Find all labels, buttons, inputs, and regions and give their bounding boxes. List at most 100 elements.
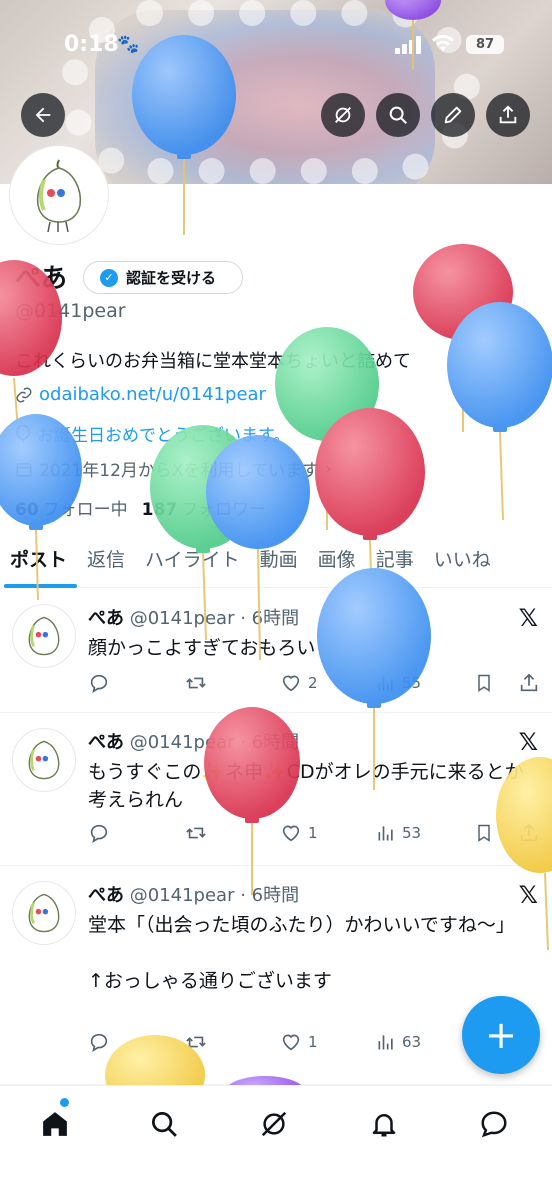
- post-header: ぺあ @0141pear · 6時間: [88, 728, 299, 754]
- post-item[interactable]: ぺあ @0141pear · 6時間 𝕏 顔かっこよすぎておもろい 2 55: [0, 590, 552, 713]
- post-text: もうすぐこの✨ネ申✨CDがオレの手元に来るとか考えられん: [88, 761, 524, 811]
- nav-notifications[interactable]: [362, 1102, 406, 1146]
- tab-videos[interactable]: 動画: [250, 535, 308, 588]
- post-avatar[interactable]: [12, 881, 76, 945]
- like-count: 1: [308, 1033, 318, 1051]
- nav-home[interactable]: [33, 1102, 77, 1146]
- post-text: 堂本「（出会った頃のふたり）かわいいですね〜」 ↑おっしゃる通りございます: [88, 914, 515, 992]
- tab-posts[interactable]: ポスト: [0, 535, 78, 588]
- profile-handle: @0141pear: [15, 300, 126, 322]
- verify-button[interactable]: ✓ 認証を受ける: [83, 261, 243, 294]
- post-author[interactable]: ぺあ: [88, 885, 124, 906]
- x-logo-icon: 𝕏: [518, 881, 538, 909]
- tab-highlights[interactable]: ハイライト: [135, 535, 250, 588]
- share-post-button[interactable]: [518, 822, 540, 844]
- nav-messages[interactable]: [472, 1102, 516, 1146]
- search-icon: [389, 106, 407, 124]
- search-button[interactable]: [376, 93, 420, 137]
- bookmark-button[interactable]: [474, 672, 518, 694]
- arrow-left-icon: [35, 107, 51, 123]
- views-icon: [378, 676, 393, 691]
- repost-icon: [186, 827, 206, 839]
- cellular-signal-icon: [395, 36, 423, 54]
- back-button[interactable]: [21, 93, 65, 137]
- following-link[interactable]: 60 フォロー中: [15, 495, 128, 520]
- share-icon: [499, 105, 517, 124]
- home-icon: [43, 1112, 67, 1136]
- grok-icon: [261, 1111, 287, 1137]
- post-meta: @0141pear · 6時間: [129, 885, 300, 906]
- views-count: 55: [402, 674, 422, 692]
- profile-name: ぺあ: [15, 264, 68, 294]
- nav-search[interactable]: [142, 1102, 186, 1146]
- followers-link[interactable]: 187 フォロワー: [142, 495, 267, 520]
- views-button[interactable]: 53: [376, 823, 474, 843]
- post-actions: 2 55: [88, 672, 543, 694]
- battery-indicator: 87: [466, 35, 504, 54]
- pear-character-icon: [28, 740, 60, 780]
- tab-replies[interactable]: 返信: [77, 535, 135, 588]
- post-author[interactable]: ぺあ: [88, 732, 124, 753]
- edit-button[interactable]: [431, 93, 475, 137]
- share-button[interactable]: [486, 93, 530, 137]
- tab-articles[interactable]: 記事: [366, 535, 424, 588]
- bottom-navigation: [0, 1085, 552, 1200]
- like-count: 2: [308, 674, 318, 692]
- views-button[interactable]: 63: [376, 1032, 474, 1052]
- link-icon: [16, 387, 32, 402]
- joined-row[interactable]: 2021年12月からXを利用しています ›: [15, 456, 332, 481]
- post-text: 顔かっこよすぎておもろい: [88, 637, 316, 659]
- profile-tabs: ポスト 返信 ハイライト 動画 画像 記事 いいね: [0, 535, 552, 588]
- heart-icon: [282, 1034, 300, 1051]
- reply-icon: [90, 674, 108, 693]
- grok-icon: [335, 107, 351, 123]
- views-icon: [378, 826, 393, 841]
- grok-button[interactable]: [321, 93, 365, 137]
- like-button[interactable]: 1: [280, 822, 376, 844]
- post-actions: 1 53: [88, 822, 543, 844]
- post-avatar[interactable]: [12, 604, 76, 668]
- pear-character-icon: [36, 159, 82, 233]
- repost-icon: [186, 677, 206, 689]
- post-item[interactable]: ぺあ @0141pear · 6時間 𝕏 もうすぐこの✨ネ申✨CDがオレの手元に…: [0, 714, 552, 866]
- balloon-blue: [447, 302, 552, 521]
- share-post-button[interactable]: [518, 672, 540, 694]
- views-button[interactable]: 55: [376, 673, 474, 693]
- paw-icon: 🐾: [117, 34, 140, 55]
- repost-button[interactable]: [184, 1031, 280, 1053]
- search-icon: [152, 1112, 177, 1137]
- profile-link[interactable]: odaibako.net/u/0141pear: [15, 384, 266, 405]
- tab-images[interactable]: 画像: [308, 535, 366, 588]
- profile-link-text[interactable]: odaibako.net/u/0141pear: [39, 384, 266, 405]
- profile-avatar[interactable]: [10, 146, 108, 244]
- repost-icon: [186, 1036, 206, 1048]
- compose-post-button[interactable]: +: [462, 996, 540, 1074]
- follow-stats: 60 フォロー中 187 フォロワー: [15, 495, 266, 520]
- bookmark-icon: [478, 674, 490, 692]
- balloon-icon: [16, 424, 30, 443]
- like-button[interactable]: 2: [280, 672, 376, 694]
- views-count: 53: [402, 824, 422, 842]
- plus-icon: +: [485, 1013, 517, 1057]
- nav-grok[interactable]: [252, 1102, 296, 1146]
- reply-button[interactable]: [88, 1031, 184, 1053]
- post-author[interactable]: ぺあ: [88, 608, 124, 629]
- post-meta: @0141pear · 6時間: [129, 608, 300, 629]
- repost-button[interactable]: [184, 672, 280, 694]
- pear-character-icon: [28, 616, 60, 656]
- like-button[interactable]: 1: [280, 1031, 376, 1053]
- x-logo-icon: 𝕏: [518, 728, 538, 756]
- post-header: ぺあ @0141pear · 6時間: [88, 881, 299, 907]
- bell-icon: [372, 1114, 396, 1137]
- bookmark-button[interactable]: [474, 822, 518, 844]
- post-avatar[interactable]: [12, 728, 76, 792]
- birthday-row: お誕生日おめでとうございます。: [15, 421, 290, 446]
- wifi-icon: [432, 34, 454, 57]
- pencil-icon: [444, 106, 462, 124]
- verify-button-label: 認証を受ける: [126, 269, 217, 287]
- status-time: 0:18: [64, 32, 119, 57]
- reply-button[interactable]: [88, 672, 184, 694]
- repost-button[interactable]: [184, 822, 280, 844]
- tab-likes[interactable]: いいね: [424, 535, 501, 588]
- reply-button[interactable]: [88, 822, 184, 844]
